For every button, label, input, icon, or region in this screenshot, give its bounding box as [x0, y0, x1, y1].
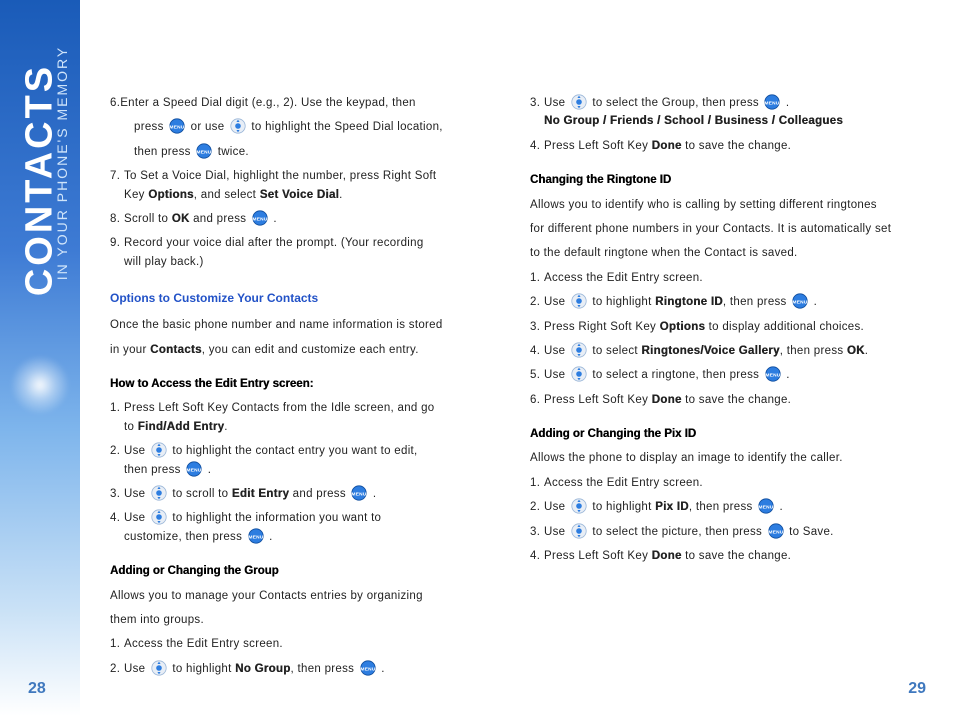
menu-ok-icon — [764, 94, 780, 110]
step-8: 8. Scroll to OK and press . — [110, 210, 450, 228]
group-step-4: 4. Press Left Soft Key Done to save the … — [530, 137, 900, 155]
page-right: 3. Use to select the Group, then press .… — [510, 0, 930, 716]
group-step-1: 1. Access the Edit Entry screen. — [110, 635, 450, 653]
nav-arrows-icon — [151, 442, 167, 458]
nav-arrows-icon — [571, 342, 587, 358]
edit-step-1: 1. Press Left Soft Key Contacts from the… — [110, 399, 450, 436]
edit-step-2: 2. Use to highlight the contact entry yo… — [110, 442, 450, 479]
step-6-line1: 6.Enter a Speed Dial digit (e.g., 2). Us… — [110, 94, 450, 112]
ring-step-1: 1.Access the Edit Entry screen. — [530, 269, 900, 287]
menu-ok-icon — [792, 293, 808, 309]
group-step-2: 2. Use to highlight No Group, then press… — [110, 660, 450, 678]
menu-ok-icon — [252, 210, 268, 226]
step-9: 9. Record your voice dial after the prom… — [110, 234, 450, 271]
step-7: 7. To Set a Voice Dial, highlight the nu… — [110, 167, 450, 204]
menu-ok-icon — [758, 498, 774, 514]
menu-ok-icon — [768, 523, 784, 539]
menu-ok-icon — [248, 528, 264, 544]
step-6-line2: press or use to highlight the Speed Dial… — [110, 118, 450, 136]
subhead-pix-id: Adding or Changing the Pix ID — [530, 425, 900, 443]
group-p1: Allows you to manage your Contacts entri… — [110, 587, 450, 605]
menu-ok-icon — [186, 461, 202, 477]
menu-ok-icon — [765, 366, 781, 382]
nav-arrows-icon — [151, 660, 167, 676]
edit-step-3: 3. Use to scroll to Edit Entry and press… — [110, 485, 450, 503]
nav-arrows-icon — [571, 293, 587, 309]
menu-ok-icon — [196, 143, 212, 159]
section-options-customize: Options to Customize Your Contacts — [110, 289, 450, 308]
nav-arrows-icon — [151, 509, 167, 525]
nav-arrows-icon — [571, 94, 587, 110]
pix-step-3: 3. Use to select the picture, then press… — [530, 523, 900, 541]
ring-step-5: 5. Use to select a ringtone, then press … — [530, 366, 900, 384]
pix-step-4: 4. Press Left Soft Key Done to save the … — [530, 547, 900, 565]
step-6-line3: then press twice. — [110, 143, 450, 161]
nav-arrows-icon — [571, 523, 587, 539]
ring-step-3: 3. Press Right Soft Key Options to displ… — [530, 318, 900, 336]
ring-step-6: 6. Press Left Soft Key Done to save the … — [530, 391, 900, 409]
ring-step-2: 2. Use to highlight Ringtone ID, then pr… — [530, 293, 900, 311]
page-left: 6.Enter a Speed Dial digit (e.g., 2). Us… — [80, 0, 480, 716]
subhead-ringtone-id: Changing the Ringtone ID — [530, 171, 900, 189]
page-number-left: 28 — [28, 680, 46, 698]
ringtone-p1: Allows you to identify who is calling by… — [530, 196, 900, 214]
nav-arrows-icon — [230, 118, 246, 134]
menu-ok-icon — [169, 118, 185, 134]
nav-arrows-icon — [151, 485, 167, 501]
menu-ok-icon — [360, 660, 376, 676]
pix-p: Allows the phone to display an image to … — [530, 449, 900, 467]
sec1-p1: Once the basic phone number and name inf… — [110, 316, 450, 334]
pix-step-2: 2. Use to highlight Pix ID, then press . — [530, 498, 900, 516]
subhead-access-edit: How to Access the Edit Entry screen: — [110, 375, 450, 393]
ringtone-p2: for different phone numbers in your Cont… — [530, 220, 900, 238]
sec1-p2: in your Contacts, you can edit and custo… — [110, 341, 450, 359]
group-step-3: 3. Use to select the Group, then press .… — [530, 94, 900, 131]
pix-step-1: 1.Access the Edit Entry screen. — [530, 474, 900, 492]
nav-arrows-icon — [571, 366, 587, 382]
menu-ok-icon — [351, 485, 367, 501]
sidebar-banner: CONTACTS IN YOUR PHONE'S MEMORY — [0, 0, 80, 716]
ringtone-p3: to the default ringtone when the Contact… — [530, 244, 900, 262]
group-p2: them into groups. — [110, 611, 450, 629]
subhead-change-group: Adding or Changing the Group — [110, 562, 450, 580]
page-number-right: 29 — [908, 680, 926, 698]
edit-step-4: 4. Use to highlight the information you … — [110, 509, 450, 546]
nav-arrows-icon — [571, 498, 587, 514]
sidebar-subtitle: IN YOUR PHONE'S MEMORY — [54, 46, 70, 280]
ring-step-4: 4. Use to select Ringtones/Voice Gallery… — [530, 342, 900, 360]
